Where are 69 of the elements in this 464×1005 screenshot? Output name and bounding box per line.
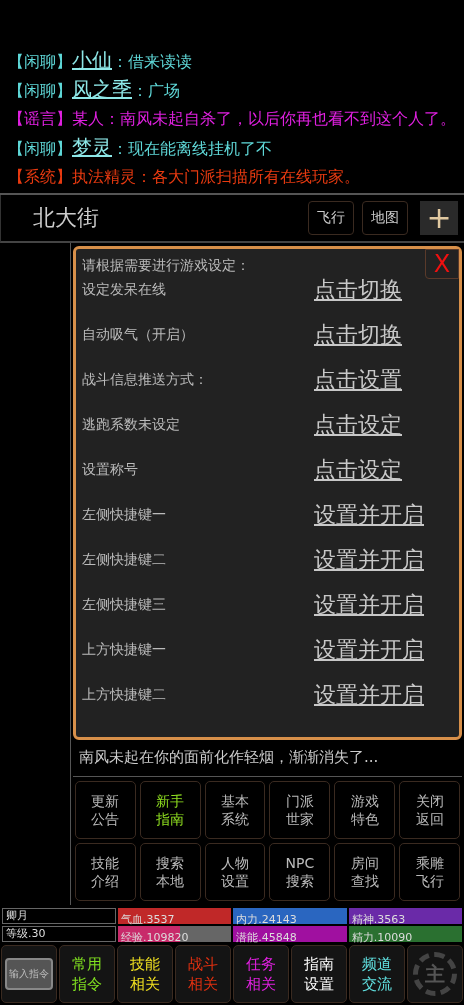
menu-button[interactable]: 关闭返回 xyxy=(399,781,460,839)
setting-label: 设置称号 xyxy=(82,460,139,479)
setting-link[interactable]: 设置并开启 xyxy=(314,679,424,710)
channel-tag: 【系统】 xyxy=(8,167,72,186)
chat-text: ：南风未起自杀了，以后你再也看不到这个人了。 xyxy=(104,109,456,128)
menu-button[interactable]: NPC搜索 xyxy=(269,843,331,901)
setting-link[interactable]: 点击设置 xyxy=(314,364,402,395)
menu-button[interactable]: 搜索本地 xyxy=(139,843,201,901)
menu-button[interactable]: 新手指南 xyxy=(139,781,201,839)
setting-link[interactable]: 点击切换 xyxy=(314,274,402,305)
speaker-link[interactable]: 小仙 xyxy=(72,48,112,72)
setting-label: 左侧快捷键一 xyxy=(82,505,167,524)
chat-text: ：广场 xyxy=(132,81,180,100)
channel-tag: 【闲聊】 xyxy=(8,52,72,71)
setting-link[interactable]: 点击设定 xyxy=(314,409,402,440)
channel-tag: 【谣言】 xyxy=(8,109,72,128)
location-name: 北大街 xyxy=(33,204,100,232)
stat-bar: 精神.3563 xyxy=(348,908,462,924)
toolbar-button[interactable]: 常用指令 xyxy=(59,945,115,1003)
menu-button[interactable]: 房间查找 xyxy=(334,843,396,901)
character-name: 卿月 xyxy=(2,908,116,924)
chat-text: ：现在能离线挂机了不 xyxy=(112,139,272,158)
setting-link[interactable]: 设置并开启 xyxy=(314,589,424,620)
stat-bar: 经验.109820 xyxy=(118,926,232,942)
setting-link[interactable]: 点击切换 xyxy=(314,319,402,350)
toolbar-button[interactable]: 指南设置 xyxy=(291,945,347,1003)
stat-bar: 气血.3537 xyxy=(118,908,232,924)
speaker-name: 执法精灵 xyxy=(72,167,136,186)
dialog-title: 请根据需要进行游戏设定： xyxy=(82,257,251,275)
menu-button[interactable]: 更新公告 xyxy=(75,781,136,839)
toolbar-button[interactable]: 任务相关 xyxy=(233,945,289,1003)
setting-label: 设定发呆在线 xyxy=(82,280,167,299)
setting-link[interactable]: 设置并开启 xyxy=(314,544,424,575)
menu-button[interactable]: 乘雕飞行 xyxy=(399,843,460,901)
location-button[interactable]: 飞行 xyxy=(308,201,354,235)
stat-bar: 精力.10090 xyxy=(348,926,462,942)
menu-button[interactable]: 基本系统 xyxy=(204,781,266,839)
toolbar-button[interactable]: 频道交流 xyxy=(349,945,405,1003)
message-text: 南风未起在你的面前化作轻烟，渐渐消失了... xyxy=(73,740,462,777)
toolbar-button[interactable]: 技能相关 xyxy=(117,945,173,1003)
close-button[interactable]: X xyxy=(425,249,459,279)
speaker-link[interactable]: 梦灵 xyxy=(72,135,112,159)
menu-button[interactable]: 游戏特色 xyxy=(334,781,396,839)
menu-button[interactable]: 门派世家 xyxy=(269,781,331,839)
menu-button[interactable]: 人物设置 xyxy=(204,843,266,901)
chat-text: ：各大门派扫描所有在线玩家。 xyxy=(136,167,360,186)
menu-button[interactable]: 技能介绍 xyxy=(75,843,136,901)
setting-link[interactable]: 设置并开启 xyxy=(314,499,424,530)
setting-link[interactable]: 点击设定 xyxy=(314,454,402,485)
setting-label: 左侧快捷键三 xyxy=(82,595,167,614)
channel-tag: 【闲聊】 xyxy=(8,81,72,100)
channel-tag: 【闲聊】 xyxy=(8,139,72,158)
setting-label: 上方快捷键二 xyxy=(82,685,167,704)
level-text: 等级.30 xyxy=(2,926,116,942)
speaker-name: 某人 xyxy=(72,109,104,128)
setting-label: 逃跑系数未设定 xyxy=(82,415,181,434)
setting-label: 左侧快捷键二 xyxy=(82,550,167,569)
stat-bar: 潜能.45848 xyxy=(233,926,347,942)
speaker-link[interactable]: 风之季 xyxy=(72,77,132,101)
add-button[interactable]: + xyxy=(420,201,458,235)
chat-text: ：借来读读 xyxy=(112,52,192,71)
stat-bar: 内力.24143 xyxy=(233,908,347,924)
input-command-button[interactable]: 输入指令 xyxy=(1,945,57,1003)
setting-label: 上方快捷键一 xyxy=(82,640,167,659)
setting-label: 战斗信息推送方式： xyxy=(82,370,209,389)
setting-link[interactable]: 设置并开启 xyxy=(314,634,424,665)
toolbar-button[interactable]: 战斗相关 xyxy=(175,945,231,1003)
location-button[interactable]: 地图 xyxy=(362,201,408,235)
setting-label: 自动吸气（开启） xyxy=(82,325,195,344)
